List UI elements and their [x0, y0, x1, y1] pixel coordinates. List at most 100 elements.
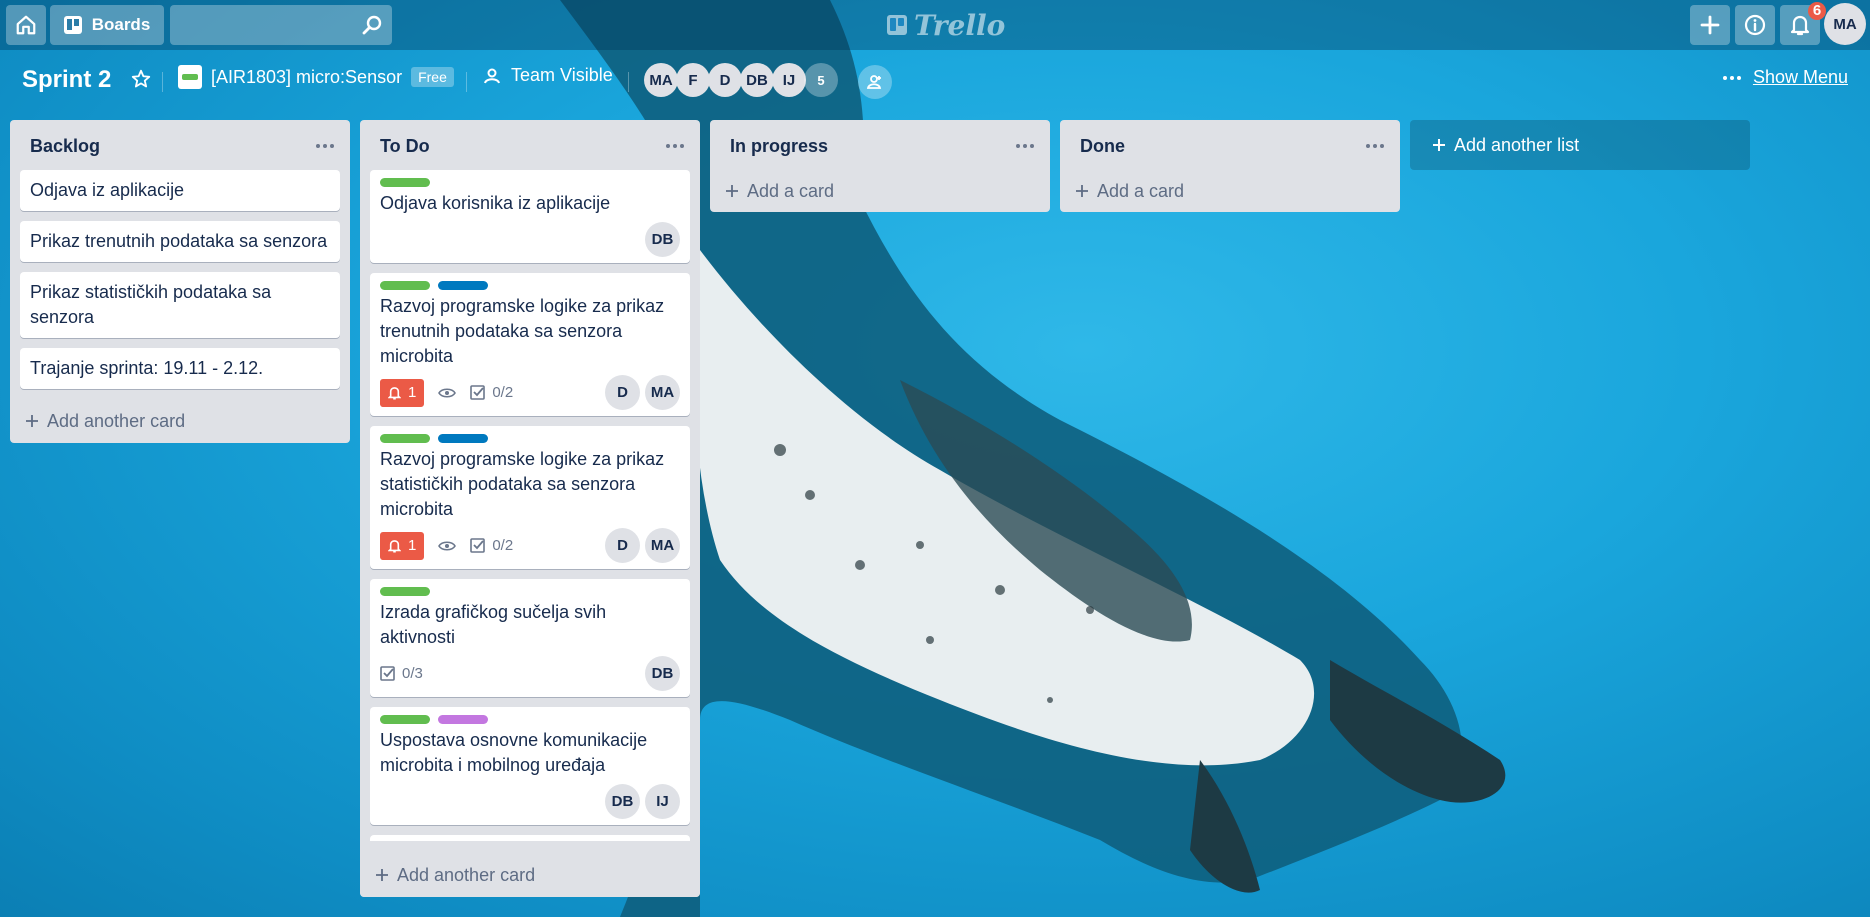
label-green [380, 281, 430, 290]
board-members: MA F D DB IJ 5 [644, 63, 838, 97]
board-title[interactable]: Sprint 2 [22, 66, 111, 94]
add-card-label: Add a card [747, 180, 835, 201]
plus-icon [1076, 185, 1088, 197]
list-title[interactable]: To Do [380, 136, 430, 157]
more-dots-icon [1722, 75, 1741, 80]
card-title: Prikaz statističkih podataka sa senzora [30, 282, 272, 327]
card-member-avatar[interactable]: DB [605, 784, 640, 819]
card-title: Trajanje sprinta: 19.11 - 2.12. [30, 358, 264, 378]
more-members-button[interactable]: 5 [804, 63, 838, 97]
add-card-button[interactable]: Add a card [710, 170, 1050, 212]
label-purple [438, 715, 488, 724]
card[interactable]: Izrada grafičkog sučelja svih aktivnosti… [370, 579, 690, 697]
list-in-progress: In progress Add a card [710, 120, 1050, 212]
checklist-icon [470, 385, 486, 400]
header-divider [162, 72, 163, 92]
home-icon [16, 15, 36, 35]
invite-button[interactable] [858, 65, 892, 99]
card[interactable]: Razvoj programske logike za prikaz stati… [370, 426, 690, 569]
card[interactable]: Trajanje sprinta: 19.11 - 2.12. [20, 348, 340, 389]
top-header: Boards Trello 6 MA [0, 0, 1870, 50]
star-icon [131, 69, 151, 88]
card-partial[interactable] [370, 835, 690, 841]
list-menu-icon[interactable] [1366, 144, 1384, 148]
checklist-count: 0/2 [492, 537, 514, 554]
visibility-button[interactable]: Team Visible [483, 65, 613, 86]
info-icon [1744, 14, 1766, 36]
card-title: Uspostava osnovne komunikacije microbita… [380, 730, 648, 775]
team-button[interactable]: [AIR1803] micro:Sensor Free [178, 65, 454, 89]
show-menu-button[interactable]: Show Menu [1722, 67, 1848, 88]
card[interactable]: Uspostava osnovne komunikacije microbita… [370, 707, 690, 825]
card-title: Prikaz trenutnih podataka sa senzora [30, 231, 328, 251]
list-title[interactable]: Done [1080, 136, 1125, 157]
watch-icon [438, 387, 457, 399]
card[interactable]: Razvoj programske logike za prikaz trenu… [370, 273, 690, 416]
card-member-avatar[interactable]: DB [645, 656, 680, 691]
checklist-icon [380, 666, 395, 681]
home-button[interactable] [6, 5, 46, 45]
member-avatar[interactable]: DB [740, 63, 774, 97]
create-button[interactable] [1690, 5, 1730, 45]
notification-count: 1 [408, 537, 417, 554]
add-card-label: Add another card [397, 864, 536, 885]
card-member-avatar[interactable]: D [605, 375, 640, 410]
card[interactable]: Prikaz statističkih podataka sa senzora [20, 272, 340, 338]
list-title[interactable]: Backlog [30, 136, 100, 157]
add-list-button[interactable]: Add another list [1410, 120, 1750, 170]
label-green [380, 178, 430, 187]
bell-icon [1790, 15, 1810, 36]
card-member-avatar[interactable]: MA [645, 528, 680, 563]
label-green [380, 715, 430, 724]
bell-icon [388, 539, 401, 553]
notification-badge: 1 [380, 378, 425, 407]
card[interactable]: Odjava korisnika iz aplikacije DB [370, 170, 690, 263]
card-member-avatar[interactable]: MA [645, 375, 680, 410]
list-menu-icon[interactable] [316, 144, 334, 148]
add-card-button[interactable]: Add a card [1060, 170, 1400, 212]
watch-icon [438, 540, 457, 552]
label-green [380, 587, 430, 596]
checklist-count: 0/2 [492, 384, 514, 401]
plus-icon [26, 415, 38, 427]
search-input[interactable] [170, 5, 392, 45]
team-plan-badge: Free [411, 67, 454, 87]
card-title: Razvoj programske logike za prikaz stati… [380, 449, 665, 519]
header-divider [466, 72, 467, 92]
user-avatar[interactable]: MA [1824, 3, 1866, 45]
card-title: Razvoj programske logike za prikaz trenu… [380, 296, 665, 366]
trello-logo[interactable]: Trello [887, 8, 1005, 42]
member-avatar[interactable]: D [708, 63, 742, 97]
list-done: Done Add a card [1060, 120, 1400, 212]
card[interactable]: Odjava iz aplikacije [20, 170, 340, 211]
card-member-avatar[interactable]: DB [645, 222, 680, 257]
member-avatar[interactable]: MA [644, 63, 678, 97]
boards-button[interactable]: Boards [50, 5, 164, 45]
info-button[interactable] [1735, 5, 1775, 45]
notifications-button[interactable]: 6 [1780, 2, 1826, 45]
member-avatar[interactable]: IJ [772, 63, 806, 97]
plus-icon [1700, 15, 1720, 35]
trello-logo-icon [887, 15, 907, 35]
member-avatar[interactable]: F [676, 63, 710, 97]
checklist-icon [470, 538, 486, 553]
add-card-button[interactable]: Add another card [10, 399, 350, 443]
add-card-button[interactable]: Add another card [360, 853, 700, 897]
card[interactable]: Prikaz trenutnih podataka sa senzora [20, 221, 340, 262]
card-title: Izrada grafičkog sučelja svih aktivnosti [380, 602, 607, 647]
header-divider [628, 72, 629, 92]
checklist-badge: 0/3 [380, 665, 423, 682]
checklist-badge: 0/2 [470, 537, 513, 554]
list-title[interactable]: In progress [730, 136, 828, 157]
card-member-avatar[interactable]: IJ [645, 784, 680, 819]
star-button[interactable] [130, 68, 152, 95]
checklist-badge: 0/2 [470, 384, 513, 401]
team-logo-icon [178, 65, 202, 89]
show-menu-label: Show Menu [1752, 67, 1848, 87]
list-menu-icon[interactable] [1016, 144, 1034, 148]
list-menu-icon[interactable] [666, 144, 684, 148]
card-member-avatar[interactable]: D [605, 528, 640, 563]
list-todo: To Do Odjava korisnika iz aplikacije DB … [360, 120, 700, 897]
logo-text: Trello [914, 8, 1006, 42]
plus-icon [726, 185, 738, 197]
